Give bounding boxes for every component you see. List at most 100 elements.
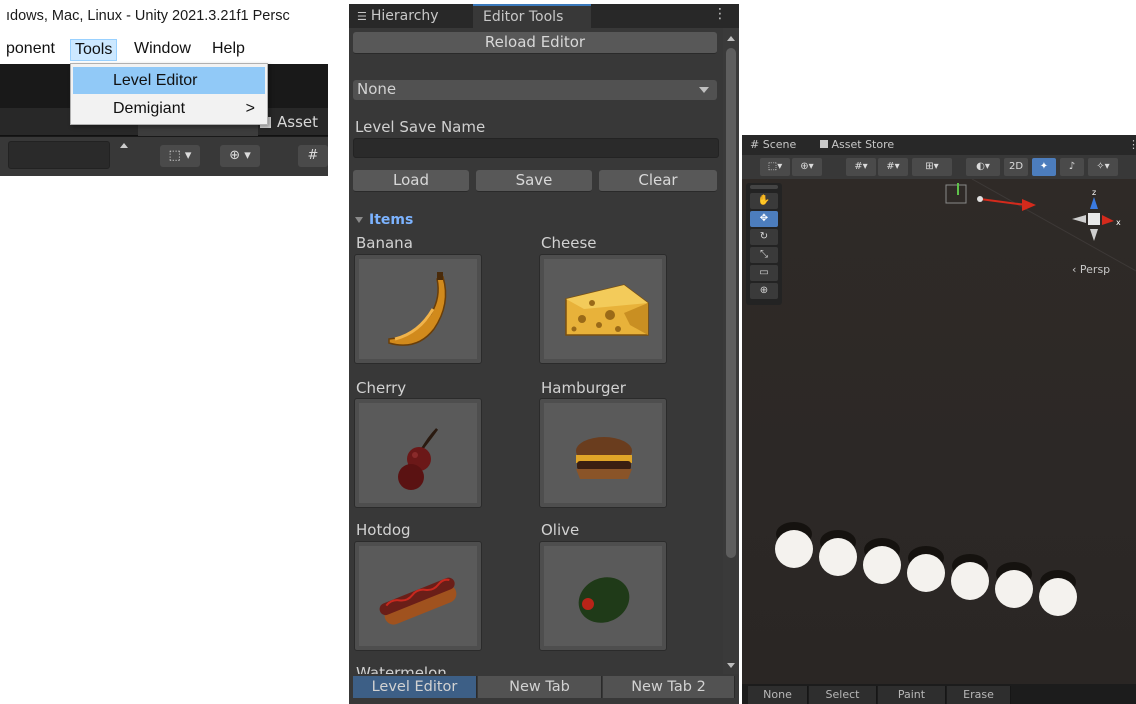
items-foldout[interactable]: Items xyxy=(355,212,413,228)
pivot-global-icon[interactable]: ⊕▾ xyxy=(792,158,822,176)
window-title: ıdows, Mac, Linux - Unity 2021.3.21f1 Pe… xyxy=(6,8,290,24)
editor-tools-window: ☰ Hierarchy Editor Tools ⋮ Reload Editor … xyxy=(349,4,739,704)
background-asset-tab: Asset xyxy=(260,113,318,131)
submenu-arrow-icon: > xyxy=(245,100,255,117)
unity-menu-screenshot: ıdows, Mac, Linux - Unity 2021.3.21f1 Pe… xyxy=(0,0,328,176)
item-name-hamburger: Hamburger xyxy=(541,379,626,397)
effects-toggle-icon[interactable]: ✧▾ xyxy=(1088,158,1118,176)
olive-icon xyxy=(578,577,630,623)
item-button-cherry[interactable] xyxy=(354,398,482,508)
hotdog-icon xyxy=(379,577,457,625)
menu-window[interactable]: Window xyxy=(130,39,195,59)
tab-editor-tools[interactable]: Editor Tools xyxy=(473,4,591,28)
level-save-name-input[interactable] xyxy=(353,138,719,158)
scene-bottom-bar: None Select Paint Erase xyxy=(742,684,1136,704)
item-name-banana: Banana xyxy=(356,234,413,252)
cherry-icon xyxy=(398,428,439,490)
tab-asset-store-label: Asset Store xyxy=(831,138,895,151)
editor-scrollbar[interactable] xyxy=(723,28,739,674)
scroll-down-icon[interactable] xyxy=(727,663,735,668)
scroll-up-icon xyxy=(120,143,128,148)
rect-tool-icon[interactable]: ▭ xyxy=(750,265,778,281)
editor-bottom-tabs: Level Editor New Tab New Tab 2 xyxy=(353,676,735,698)
audio-toggle-icon[interactable]: ♪ xyxy=(1060,158,1084,176)
persp-label[interactable]: ‹ Persp xyxy=(1072,263,1110,276)
reload-editor-button[interactable]: Reload Editor xyxy=(353,32,717,54)
toggle-2d-button[interactable]: 2D xyxy=(1004,158,1028,176)
spheres xyxy=(775,522,1077,616)
hamburger-icon xyxy=(576,437,632,479)
item-button-olive[interactable] xyxy=(539,541,667,651)
scene-content: z x xyxy=(775,179,1136,616)
items-foldout-label: Items xyxy=(369,212,414,228)
tab-hierarchy[interactable]: ☰ Hierarchy xyxy=(357,4,439,28)
save-button[interactable]: Save xyxy=(476,170,592,192)
rotate-tool-icon[interactable]: ↻ xyxy=(750,229,778,245)
item-name-olive: Olive xyxy=(541,521,580,539)
mode-paint-button[interactable]: Paint xyxy=(878,686,946,704)
scale-tool-icon[interactable]: ⤡ xyxy=(750,247,778,263)
tab-level-editor[interactable]: Level Editor xyxy=(353,676,477,698)
lighting-toggle-icon[interactable]: ✦ xyxy=(1032,158,1056,176)
mode-none-button[interactable]: None xyxy=(748,686,808,704)
scene-tools-overlay: ✋ ✥ ↻ ⤡ ▭ ⊕ xyxy=(746,183,782,305)
tab-asset-store[interactable]: Asset Store xyxy=(820,138,894,151)
menu-bar: ponent Tools Window Help xyxy=(0,36,328,64)
persp-text: Persp xyxy=(1079,263,1111,276)
foldout-arrow-icon xyxy=(355,217,363,223)
global-icon: ⊕ ▾ xyxy=(220,145,260,167)
hand-tool-icon[interactable]: ✋ xyxy=(750,193,778,209)
chevron-down-icon xyxy=(699,87,709,93)
grid-snap-icon[interactable]: #▾ xyxy=(846,158,876,176)
item-name-hotdog: Hotdog xyxy=(356,521,411,539)
shading-mode-icon[interactable]: ◐▾ xyxy=(966,158,1000,176)
banana-icon xyxy=(388,272,447,346)
scene-toolbar: ⬚▾ ⊕▾ #▾ #▾ ⊞▾ ◐▾ 2D ✦ ♪ ✧▾ xyxy=(742,155,1136,179)
menu-help[interactable]: Help xyxy=(208,39,249,59)
background-asset-label: Asset xyxy=(277,113,319,131)
gizmo-x-label: x xyxy=(1116,218,1121,227)
mode-select-button[interactable]: Select xyxy=(809,686,877,704)
asset-store-icon xyxy=(820,140,828,148)
cheese-icon xyxy=(565,284,649,336)
tab-new-tab-2[interactable]: New Tab 2 xyxy=(603,676,735,698)
more-options-icon[interactable]: ⋮ xyxy=(713,6,727,22)
level-save-name-label: Level Save Name xyxy=(355,118,486,136)
level-dropdown[interactable]: None xyxy=(353,80,717,100)
scene-window: # Scene Asset Store ⋮ ⬚▾ ⊕▾ #▾ #▾ ⊞▾ ◐▾ … xyxy=(742,135,1136,704)
item-name-watermelon: Watermelon xyxy=(356,664,447,674)
editor-tab-bar: ☰ Hierarchy Editor Tools ⋮ xyxy=(349,4,739,28)
mode-erase-button[interactable]: Erase xyxy=(947,686,1011,704)
menu-component[interactable]: ponent xyxy=(2,39,59,59)
move-tool-icon[interactable]: ✥ xyxy=(750,211,778,227)
overlay-drag-handle[interactable] xyxy=(750,185,778,189)
tools-dropdown-menu: Level Editor Demigiant > xyxy=(70,63,268,125)
transform-handle-icon[interactable]: ⬚▾ xyxy=(760,158,790,176)
item-button-hotdog[interactable] xyxy=(354,541,482,651)
menu-item-demigiant[interactable]: Demigiant > xyxy=(73,95,265,122)
orientation-gizmo-icon[interactable]: z x xyxy=(1072,188,1121,241)
level-dropdown-value: None xyxy=(357,80,397,98)
increment-snap-icon[interactable]: #▾ xyxy=(878,158,908,176)
menu-item-label: Level Editor xyxy=(113,72,198,89)
item-button-banana[interactable] xyxy=(354,254,482,364)
tab-scene[interactable]: # Scene xyxy=(750,138,796,151)
load-button[interactable]: Load xyxy=(353,170,469,192)
transform-tool-icon[interactable]: ⊕ xyxy=(750,283,778,299)
background-search-field xyxy=(8,141,110,169)
item-button-hamburger[interactable] xyxy=(539,398,667,508)
scene-viewport[interactable]: z x ✋ ✥ ↻ ⤡ ▭ ⊕ ‹ Persp xyxy=(742,179,1136,684)
menu-tools[interactable]: Tools xyxy=(70,39,118,61)
scene-tab-bar: # Scene Asset Store ⋮ xyxy=(742,135,1136,155)
scene-more-options-icon[interactable]: ⋮ xyxy=(1128,138,1136,151)
tab-new-tab[interactable]: New Tab xyxy=(478,676,602,698)
grid-toggle-icon[interactable]: ⊞▾ xyxy=(912,158,952,176)
clear-button[interactable]: Clear xyxy=(599,170,717,192)
menu-item-level-editor[interactable]: Level Editor xyxy=(73,67,265,94)
scroll-up-icon[interactable] xyxy=(727,36,735,41)
scene-grid-icon: # xyxy=(750,138,760,151)
transform-tool-icon: ⬚ ▾ xyxy=(160,145,200,167)
gizmo-z-label: z xyxy=(1092,188,1096,197)
scrollbar-thumb[interactable] xyxy=(726,48,736,558)
item-button-cheese[interactable] xyxy=(539,254,667,364)
